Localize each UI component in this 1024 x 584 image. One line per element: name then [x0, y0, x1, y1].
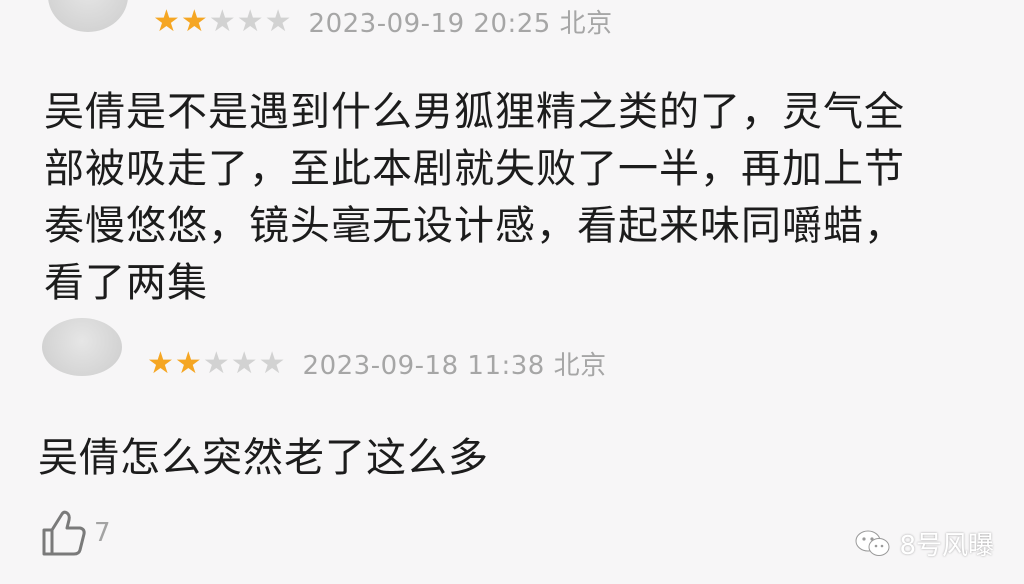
- watermark: 8号风曝: [855, 525, 994, 562]
- comment-line: 吴倩怎么突然老了这么多: [38, 435, 489, 481]
- comment-meta: ★ ★ ★ ★ ★ 2023-09-19 20:25 北京: [153, 3, 613, 40]
- star-empty-icon: ★: [236, 3, 264, 39]
- avatar[interactable]: [42, 318, 122, 376]
- watermark-text: 8号风曝: [899, 531, 994, 561]
- star-filled-icon: ★: [147, 345, 174, 381]
- star-empty-icon: ★: [258, 345, 286, 381]
- star-filled-icon: ★: [153, 3, 180, 39]
- star-filled-icon: ★: [174, 345, 202, 381]
- avatar[interactable]: [48, 0, 128, 32]
- star-empty-icon: ★: [202, 345, 230, 381]
- comment-line: 奏慢悠悠，镜头毫无设计感，看起来味同嚼蜡，: [44, 203, 905, 249]
- rating-stars: ★ ★ ★ ★ ★: [153, 3, 293, 39]
- comment-text: 吴倩是不是遇到什么男狐狸精之类的了，灵气全 部被吸走了，至此本剧就失败了一半，再…: [44, 84, 905, 312]
- comment-date: 2023-09-18 11:38 北京: [302, 351, 607, 381]
- star-empty-icon: ★: [208, 3, 236, 39]
- thumbs-up-icon: [42, 510, 86, 556]
- like-count: 7: [94, 518, 111, 548]
- wechat-icon: [855, 530, 890, 556]
- rating-stars: ★ ★ ★ ★ ★: [147, 345, 287, 381]
- comment-line: 吴倩是不是遇到什么男狐狸精之类的了，灵气全: [44, 89, 905, 135]
- comment-line: 部被吸走了，至此本剧就失败了一半，再加上节: [44, 146, 905, 192]
- like-button[interactable]: 7: [40, 508, 111, 558]
- star-filled-icon: ★: [180, 3, 208, 39]
- star-empty-icon: ★: [230, 345, 258, 381]
- star-empty-icon: ★: [264, 3, 292, 39]
- comment-line: 看了两集: [44, 260, 208, 306]
- comment-text: 吴倩怎么突然老了这么多: [38, 430, 489, 487]
- comment-meta: ★ ★ ★ ★ ★ 2023-09-18 11:38 北京: [147, 345, 607, 382]
- comment-date: 2023-09-19 20:25 北京: [308, 9, 613, 39]
